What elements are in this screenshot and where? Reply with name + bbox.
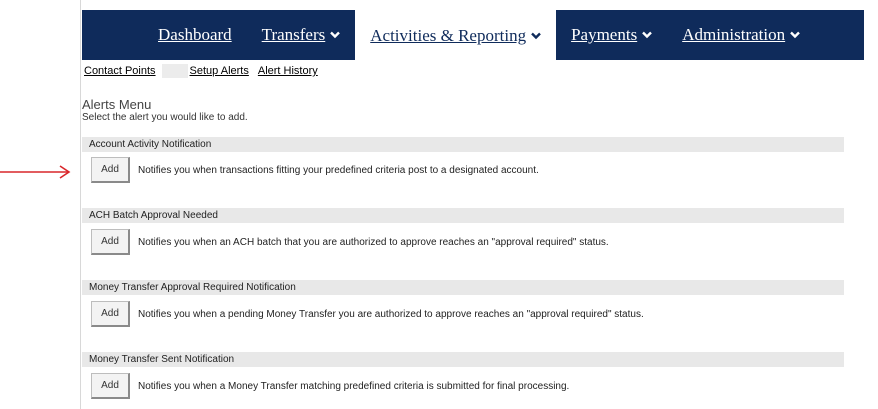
nav-payments[interactable]: Payments [556, 10, 653, 60]
nav-activities-reporting[interactable]: Activities & Reporting [355, 10, 557, 62]
add-alert-button[interactable]: Add [91, 301, 130, 327]
chevron-down-icon [790, 31, 800, 39]
nav-dashboard-label: Dashboard [158, 25, 232, 44]
alert-description: Notifies you when an ACH batch that you … [138, 237, 609, 248]
nav-activities-label: Activities & Reporting [370, 26, 527, 45]
link-alert-history[interactable]: Alert History [258, 65, 318, 77]
add-alert-button[interactable]: Add [91, 229, 130, 255]
chevron-down-icon [330, 31, 341, 39]
link-contact-points[interactable]: Contact Points [84, 65, 156, 77]
sub-navigation: Contact Points Setup Alerts Alert Histor… [84, 64, 318, 78]
alert-section-header: Account Activity Notification [82, 137, 844, 152]
left-divider [80, 0, 81, 409]
nav-payments-label: Payments [571, 25, 638, 44]
alert-section-header: Money Transfer Approval Required Notific… [82, 280, 844, 295]
alert-description: Notifies you when a pending Money Transf… [138, 309, 644, 320]
nav-transfers[interactable]: Transfers [232, 10, 341, 60]
chevron-down-icon [531, 32, 541, 40]
subnav-spacer [161, 64, 188, 78]
page-title: Alerts Menu [82, 97, 152, 112]
nav-dashboard[interactable]: Dashboard [82, 10, 232, 60]
link-setup-alerts[interactable]: Setup Alerts [190, 65, 249, 77]
nav-transfers-label: Transfers [261, 25, 326, 44]
nav-administration[interactable]: Administration [652, 10, 800, 60]
alert-section-header: Money Transfer Sent Notification [82, 352, 844, 367]
add-alert-button[interactable]: Add [91, 157, 130, 183]
alert-section-header: ACH Batch Approval Needed [82, 208, 844, 223]
page-subtitle: Select the alert you would like to add. [82, 112, 248, 123]
alert-description: Notifies you when a Money Transfer match… [138, 381, 570, 392]
main-navigation: Dashboard Transfers Activities & Reporti… [82, 10, 864, 62]
add-alert-button[interactable]: Add [91, 373, 130, 399]
alert-description: Notifies you when transactions fitting y… [138, 165, 539, 176]
chevron-down-icon [642, 31, 653, 39]
nav-administration-label: Administration [682, 25, 786, 44]
arrow-right-icon [0, 165, 72, 184]
